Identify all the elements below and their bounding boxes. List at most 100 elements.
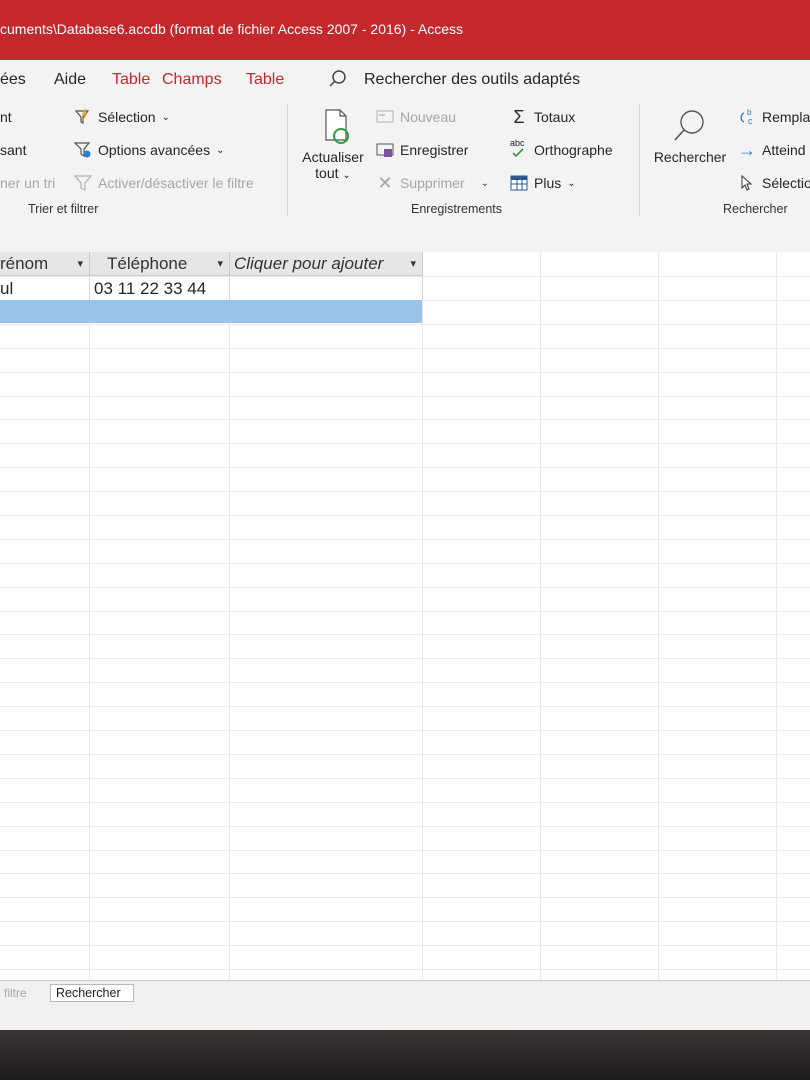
grid-line	[0, 921, 810, 922]
chevron-down-icon: ⌄	[216, 144, 225, 156]
selection-button[interactable]: Sélection ⌄	[74, 108, 170, 126]
grid-line	[0, 682, 810, 683]
group-label-find: Rechercher	[723, 202, 788, 216]
group-label-records: Enregistrements	[411, 202, 503, 216]
grid-line	[0, 969, 810, 970]
datasheet: rénom ▾ Téléphone ▾ Cliquer pour ajouter…	[0, 252, 810, 980]
new-record-button[interactable]: Nouveau	[376, 108, 456, 126]
title-bar: cuments\Database6.accdb (format de fichi…	[0, 0, 810, 60]
grid-line	[776, 252, 777, 980]
group-divider	[639, 104, 640, 216]
chevron-down-icon: ⌄	[342, 170, 351, 181]
ribbon-tabs: ées Aide Table Champs Table Rechercher d…	[0, 60, 810, 98]
toggle-filter-label: Activer/désactiver le filtre	[98, 175, 254, 191]
tab-help[interactable]: Aide	[54, 71, 86, 89]
grid-line	[0, 634, 810, 635]
find-button[interactable]: Rechercher	[650, 106, 730, 165]
table-cell[interactable]	[230, 277, 423, 300]
taskbar-edge	[0, 1030, 810, 1080]
replace-button[interactable]: bc Rempla	[738, 108, 810, 126]
delete-record-button[interactable]: ✕ Supprimer ⌄	[376, 174, 489, 192]
grid-line	[0, 945, 810, 946]
new-record-row[interactable]	[0, 300, 422, 323]
refresh-all-label-2: tout ⌄	[315, 165, 351, 181]
column-header-firstname[interactable]: rénom ▾	[0, 252, 90, 276]
group-label-sort-filter: Trier et filtrer	[28, 202, 99, 216]
sort-descending-label: sant	[0, 142, 27, 158]
arrow-right-icon: →	[738, 140, 756, 160]
grid-line	[89, 252, 90, 980]
refresh-all-button[interactable]: Actualiser tout ⌄	[300, 106, 366, 181]
ribbon: nt sant ner un tri Sélection ⌄ Options a…	[0, 98, 810, 223]
totals-button[interactable]: Σ Totaux	[510, 108, 575, 126]
chevron-down-icon[interactable]: ▾	[410, 257, 416, 270]
grid-line	[0, 706, 810, 707]
group-divider	[287, 104, 288, 216]
advanced-filter-button[interactable]: Options avancées ⌄	[73, 141, 225, 159]
table-icon	[510, 174, 528, 192]
delete-record-label: Supprimer	[400, 175, 465, 191]
grid-line	[0, 802, 810, 803]
goto-button[interactable]: → Atteind	[738, 141, 806, 159]
column-header-add[interactable]: Cliquer pour ajouter ▾	[230, 252, 423, 276]
grid-line	[0, 396, 810, 397]
save-icon	[376, 141, 394, 159]
toggle-filter-button[interactable]: Activer/désactiver le filtre	[73, 174, 254, 192]
sort-descending-button[interactable]: sant	[0, 142, 26, 158]
grid-line	[0, 515, 810, 516]
more-label: Plus	[534, 175, 562, 191]
grid-line	[0, 372, 810, 373]
grid-line	[229, 252, 230, 980]
grid-line	[0, 419, 810, 420]
grid-line	[658, 252, 659, 980]
more-button[interactable]: Plus ⌄	[510, 174, 576, 192]
grid-line	[0, 730, 810, 731]
search-tools-input[interactable]: Rechercher des outils adaptés	[364, 71, 580, 89]
table-cell[interactable]: 03 11 22 33 44	[90, 277, 230, 300]
grid-line	[0, 348, 810, 349]
save-record-button[interactable]: Enregistrer	[376, 141, 468, 159]
window-title: cuments\Database6.accdb (format de fichi…	[0, 21, 464, 37]
search-icon[interactable]	[328, 69, 348, 94]
save-record-label: Enregistrer	[400, 142, 469, 158]
chevron-down-icon[interactable]: ▾	[77, 257, 83, 270]
tab-data-partial[interactable]: ées	[0, 71, 26, 89]
column-header-phone[interactable]: Téléphone ▾	[90, 252, 230, 276]
refresh-all-icon	[316, 109, 350, 149]
sort-ascending-button[interactable]: nt	[0, 109, 12, 125]
spelling-icon: abc	[510, 138, 528, 159]
replace-icon: bc	[738, 108, 756, 126]
grid-line	[0, 826, 810, 827]
grid-line	[0, 778, 810, 779]
advanced-filter-icon	[73, 141, 92, 159]
filter-icon	[73, 174, 93, 192]
tab-table[interactable]: Table	[246, 71, 284, 89]
table-cell[interactable]: ul	[0, 277, 90, 300]
grid-line	[540, 252, 541, 980]
filter-indicator[interactable]: filtre	[4, 986, 27, 1000]
tab-table-fields-1[interactable]: Table	[112, 71, 150, 89]
tab-table-fields-2[interactable]: Champs	[162, 71, 222, 89]
grid-line	[0, 873, 810, 874]
sort-ascending-label: nt	[0, 109, 12, 125]
svg-text:c: c	[748, 116, 753, 126]
grid-line	[0, 658, 810, 659]
search-box[interactable]: Rechercher	[50, 984, 134, 1002]
cursor-icon	[738, 174, 756, 192]
select-button[interactable]: Sélectio	[738, 174, 810, 192]
spelling-button[interactable]: abc Orthographe	[510, 138, 613, 159]
grid-line	[0, 850, 810, 851]
chevron-down-icon[interactable]: ▾	[217, 257, 223, 270]
find-label: Rechercher	[653, 149, 727, 165]
remove-sort-button[interactable]: ner un tri	[0, 175, 55, 191]
grid-line	[0, 611, 810, 612]
goto-label: Atteind	[762, 142, 806, 158]
grid-line	[0, 563, 810, 564]
chevron-down-icon: ⌄	[161, 111, 170, 123]
remove-sort-label: ner un tri	[0, 175, 56, 191]
spelling-label: Orthographe	[534, 142, 613, 158]
selection-label: Sélection	[98, 109, 156, 125]
grid-line	[0, 467, 810, 468]
grid-line	[422, 252, 423, 980]
chevron-down-icon: ⌄	[567, 177, 576, 189]
